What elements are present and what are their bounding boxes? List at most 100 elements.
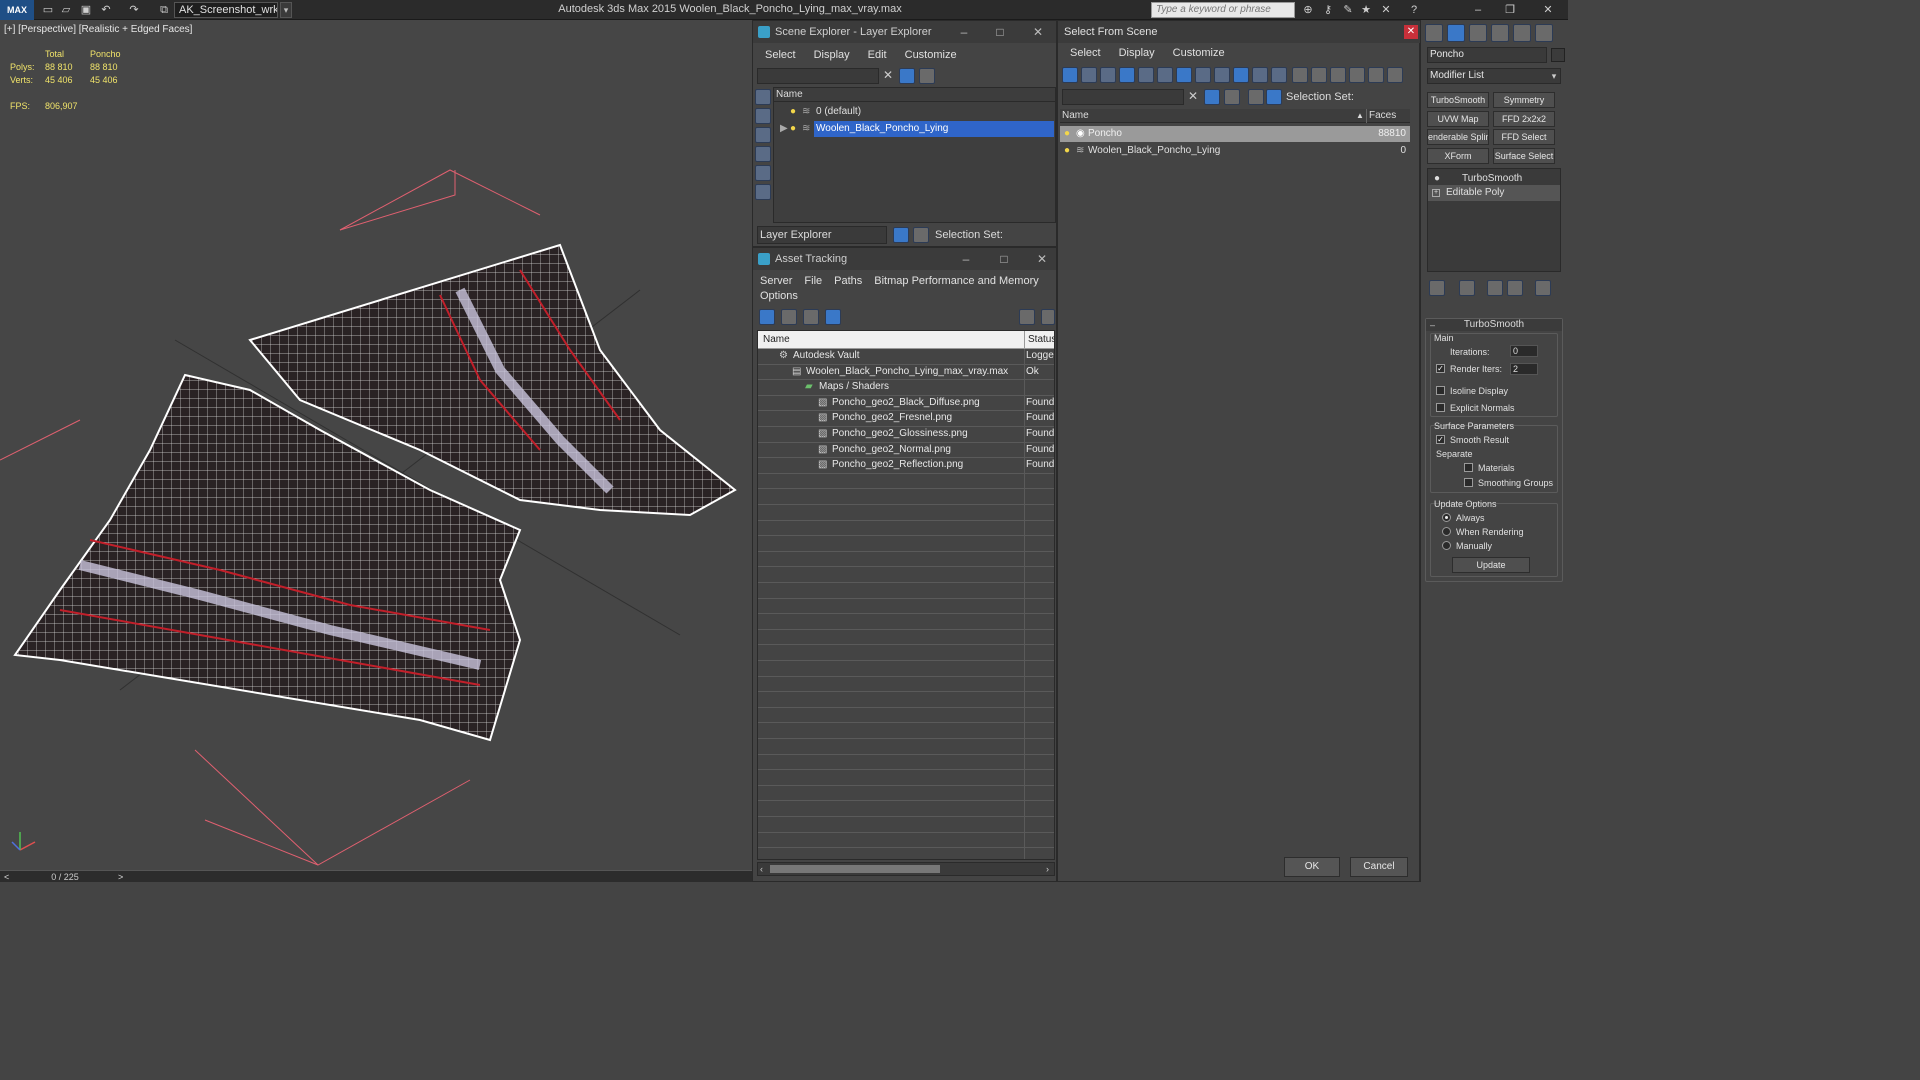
smoothing-groups-checkbox[interactable] — [1464, 478, 1473, 487]
menu-customize[interactable]: Customize — [905, 49, 957, 61]
list-view-icon[interactable] — [781, 309, 797, 325]
minimize-icon[interactable]: – — [949, 21, 979, 43]
hierarchy-view-icon[interactable] — [1368, 67, 1384, 83]
display-xrefs-icon[interactable] — [1195, 67, 1211, 83]
layer-tool-icon[interactable] — [1224, 89, 1240, 105]
display-geometry-icon[interactable] — [755, 89, 771, 105]
asset-row[interactable]: ⚙ Autodesk Vault Logged — [758, 349, 1054, 365]
display-containers-icon[interactable] — [1233, 67, 1249, 83]
faces-column-header[interactable]: Faces — [1369, 109, 1396, 123]
find-field[interactable] — [1062, 89, 1184, 105]
clear-search-icon[interactable]: ✕ — [883, 68, 893, 82]
display-hidden-icon[interactable] — [1271, 67, 1287, 83]
display-warps-icon[interactable] — [755, 184, 771, 200]
make-unique-icon[interactable] — [1487, 280, 1503, 296]
name-column-header[interactable]: Name — [763, 334, 790, 345]
filter-options-icon[interactable] — [1349, 67, 1365, 83]
scroll-right-icon[interactable]: › — [1046, 863, 1049, 875]
configure-sets-icon[interactable] — [1535, 280, 1551, 296]
show-end-result-icon[interactable] — [1459, 280, 1475, 296]
layer-explorer-icon[interactable] — [1248, 89, 1264, 105]
chevron-down-icon[interactable]: ▾ — [280, 2, 292, 18]
image-view-icon[interactable] — [803, 309, 819, 325]
layer-tool-icon[interactable] — [919, 68, 935, 84]
iterations-spinner[interactable]: 0 — [1510, 345, 1538, 357]
render-iters-checkbox[interactable]: ✓ — [1436, 364, 1445, 373]
asset-row[interactable]: ▧ Poncho_geo2_Glossiness.png Found — [758, 427, 1054, 443]
display-groups-icon[interactable] — [1176, 67, 1192, 83]
time-prev-button[interactable]: < — [4, 871, 9, 883]
hierarchy-icon[interactable] — [913, 227, 929, 243]
favorites-star-icon[interactable]: ★ — [1358, 2, 1374, 18]
modifier-button[interactable]: FFD 2x2x2 — [1493, 110, 1555, 127]
collapse-icon[interactable] — [1387, 67, 1403, 83]
lightbulb-icon[interactable]: ● — [1064, 126, 1070, 142]
object-row[interactable]: ● ≋ Woolen_Black_Poncho_Lying 0 — [1060, 143, 1410, 159]
layer-row-selected[interactable]: ▶ ● ≋ Woolen_Black_Poncho_Lying — [780, 121, 1054, 137]
minimize-icon[interactable]: – — [951, 248, 981, 270]
collapse-icon[interactable]: – — [1430, 320, 1435, 330]
select-none-icon[interactable] — [1311, 67, 1327, 83]
undo-icon[interactable]: ↶ — [98, 2, 114, 18]
object-name-field[interactable]: Poncho — [1427, 47, 1547, 63]
viewport-label[interactable]: [+] [Perspective] [Realistic + Edged Fac… — [4, 24, 192, 35]
modifier-button[interactable]: FFD Select — [1493, 129, 1555, 145]
close-icon[interactable]: ✕ — [1540, 2, 1556, 18]
grid-view-icon[interactable] — [825, 309, 841, 325]
display-lights-icon[interactable] — [755, 127, 771, 143]
redo-icon[interactable]: ↷ — [126, 2, 142, 18]
menu-server[interactable]: Server — [760, 275, 792, 287]
when-rendering-radio[interactable] — [1442, 527, 1451, 536]
modifier-button[interactable]: TurboSmooth — [1427, 92, 1489, 108]
asset-row[interactable]: ▧ Poncho_geo2_Fresnel.png Found — [758, 411, 1054, 427]
refresh-icon[interactable] — [759, 309, 775, 325]
asset-row[interactable]: ▧ Poncho_geo2_Black_Diffuse.png Found — [758, 396, 1054, 412]
close-icon[interactable]: ✕ — [1027, 248, 1057, 270]
remove-modifier-icon[interactable] — [1507, 280, 1523, 296]
display-geometry-icon[interactable] — [1062, 67, 1078, 83]
menu-edit[interactable]: Edit — [868, 49, 887, 61]
binoculars-icon[interactable]: ⊕ — [1300, 2, 1316, 18]
maximize-icon[interactable]: □ — [985, 21, 1015, 43]
close-icon[interactable]: ✕ — [1404, 25, 1418, 39]
asset-row[interactable]: ▧ Poncho_geo2_Normal.png Found — [758, 443, 1054, 459]
menu-paths[interactable]: Paths — [834, 275, 862, 287]
horizontal-scrollbar[interactable]: ‹ › — [757, 862, 1055, 876]
render-iters-spinner[interactable]: 2 — [1510, 363, 1538, 375]
display-helpers-icon[interactable] — [755, 165, 771, 181]
motion-tab-icon[interactable] — [1491, 24, 1509, 42]
scroll-thumb[interactable] — [770, 865, 940, 873]
display-shapes-icon[interactable] — [755, 108, 771, 124]
modifier-button[interactable]: enderable Splin — [1427, 129, 1489, 145]
save-file-icon[interactable]: ▣ — [78, 2, 94, 18]
manually-radio[interactable] — [1442, 541, 1451, 550]
materials-checkbox[interactable] — [1464, 463, 1473, 472]
modifier-button[interactable]: Surface Select — [1493, 147, 1555, 164]
app-logo[interactable]: MAX — [0, 0, 34, 20]
exchange-icon[interactable]: ✕ — [1378, 2, 1394, 18]
hierarchy-tab-icon[interactable] — [1469, 24, 1487, 42]
utilities-tab-icon[interactable] — [1535, 24, 1553, 42]
modify-tab-icon[interactable] — [1447, 24, 1465, 42]
chevron-down-icon[interactable]: ▾ — [1547, 68, 1561, 84]
rollout-title[interactable]: TurboSmooth — [1426, 319, 1562, 331]
modifier-button[interactable]: Symmetry — [1493, 92, 1555, 108]
create-tab-icon[interactable] — [1425, 24, 1443, 42]
display-warps-icon[interactable] — [1157, 67, 1173, 83]
time-next-button[interactable]: > — [118, 871, 123, 883]
menu-bitmap-performance[interactable]: Bitmap Performance and Memory — [874, 275, 1038, 287]
update-button[interactable]: Update — [1452, 557, 1530, 573]
close-icon[interactable]: ✕ — [1023, 21, 1053, 43]
name-column-header[interactable]: Name — [1062, 109, 1089, 123]
layer-row[interactable]: ● ≋ 0 (default) — [790, 104, 1054, 120]
search-input[interactable]: Type a keyword or phrase — [1151, 2, 1295, 18]
column-divider[interactable] — [1024, 331, 1025, 349]
status-column-header[interactable]: Status — [1028, 334, 1054, 345]
always-radio[interactable] — [1442, 513, 1451, 522]
select-invert-icon[interactable] — [1330, 67, 1346, 83]
cancel-button[interactable]: Cancel — [1350, 857, 1408, 877]
time-slider[interactable]: < 0 / 225 > — [0, 870, 752, 882]
display-cameras-icon[interactable] — [755, 146, 771, 162]
display-bones-icon[interactable] — [1214, 67, 1230, 83]
display-tab-icon[interactable] — [1513, 24, 1531, 42]
